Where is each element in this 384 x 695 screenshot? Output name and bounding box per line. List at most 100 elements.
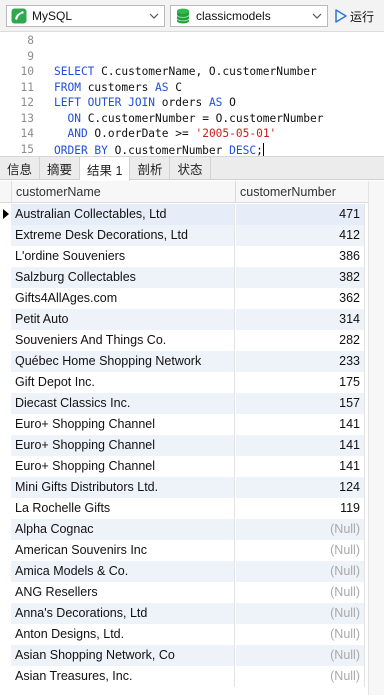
cell-customername[interactable]: Souveniers And Things Co. — [11, 330, 235, 351]
table-row[interactable]: La Rochelle Gifts 119 — [0, 498, 384, 519]
sql-text: O.customerNumber — [114, 143, 230, 157]
cell-customername[interactable]: Australian Collectables, Ltd — [11, 204, 235, 225]
cell-customernumber[interactable]: 386 — [236, 246, 365, 267]
cell-customernumber[interactable]: 157 — [236, 393, 365, 414]
cell-customernumber[interactable]: 119 — [236, 498, 365, 519]
cell-customernumber[interactable]: 175 — [236, 372, 365, 393]
table-row[interactable]: Extreme Desk Decorations, Ltd 412 — [0, 225, 384, 246]
cell-customernumber[interactable]: (Null) — [236, 603, 365, 624]
code-line[interactable]: 10 SELECT C.customerName, O.customerNumbe… — [0, 65, 384, 81]
cell-customernumber[interactable]: 412 — [236, 225, 365, 246]
cell-customername[interactable]: Extreme Desk Decorations, Ltd — [11, 225, 235, 246]
cell-customernumber[interactable]: 282 — [236, 330, 365, 351]
cell-customernumber[interactable]: (Null) — [236, 540, 365, 561]
cell-customername[interactable]: Mini Gifts Distributors Ltd. — [11, 477, 235, 498]
cell-customernumber[interactable]: (Null) — [236, 519, 365, 540]
code-line[interactable]: 13 ON C.customerNumber = O.customerNumbe… — [0, 112, 384, 128]
code-line[interactable]: 8 — [0, 34, 384, 50]
database-select[interactable]: classicmodels — [170, 5, 328, 27]
database-icon — [174, 7, 192, 25]
cell-customername[interactable]: Diecast Classics Inc. — [11, 393, 235, 414]
connection-select[interactable]: MySQL — [6, 5, 165, 27]
column-header-customername[interactable]: customerName — [11, 181, 235, 203]
table-row[interactable]: Amica Models & Co. (Null) — [0, 561, 384, 582]
cell-customername[interactable]: ANG Resellers — [11, 582, 235, 603]
cell-customername[interactable]: Québec Home Shopping Network — [11, 351, 235, 372]
cell-customername[interactable]: Alpha Cognac — [11, 519, 235, 540]
cell-customername[interactable]: Anna's Decorations, Ltd — [11, 603, 235, 624]
cell-customernumber[interactable]: 382 — [236, 267, 365, 288]
cell-customername[interactable]: La Rochelle Gifts — [11, 498, 235, 519]
cell-customername[interactable]: Amica Models & Co. — [11, 561, 235, 582]
table-row[interactable]: Salzburg Collectables 382 — [0, 267, 384, 288]
table-row[interactable]: Australian Collectables, Ltd 471 — [0, 204, 384, 225]
column-header-customernumber[interactable]: customerNumber — [235, 181, 365, 203]
table-row[interactable]: American Souvenirs Inc (Null) — [0, 540, 384, 561]
cell-customernumber[interactable]: 141 — [236, 456, 365, 477]
code-line[interactable]: 14 AND O.orderDate >= '2005-05-01' — [0, 127, 384, 143]
cell-customername[interactable]: Euro+ Shopping Channel — [11, 456, 235, 477]
table-row[interactable]: L'ordine Souveniers 386 — [0, 246, 384, 267]
result-tab[interactable]: 状态 — [170, 157, 211, 180]
line-number: 9 — [27, 49, 34, 63]
cell-customername[interactable]: Gifts4AllAges.com — [11, 288, 235, 309]
chevron-down-icon[interactable] — [148, 9, 160, 23]
line-number: 13 — [20, 111, 34, 125]
result-tab[interactable]: 结果 1 — [80, 157, 131, 181]
result-tab[interactable]: 摘要 — [40, 157, 81, 180]
table-row[interactable]: Anton Designs, Ltd. (Null) — [0, 624, 384, 645]
vertical-scrollbar[interactable] — [368, 181, 384, 695]
sql-keyword: ORDER BY — [54, 143, 115, 157]
table-row[interactable]: Asian Shopping Network, Co (Null) — [0, 645, 384, 666]
cell-customernumber[interactable]: 233 — [236, 351, 365, 372]
cell-customername[interactable]: Salzburg Collectables — [11, 267, 235, 288]
table-row[interactable]: ANG Resellers (Null) — [0, 582, 384, 603]
cell-customernumber[interactable]: 141 — [236, 435, 365, 456]
cell-customernumber[interactable]: 314 — [236, 309, 365, 330]
sql-keyword: AND — [54, 127, 95, 140]
table-row[interactable]: Anna's Decorations, Ltd (Null) — [0, 603, 384, 624]
chevron-down-icon[interactable] — [311, 9, 323, 23]
table-row[interactable]: Gifts4AllAges.com 362 — [0, 288, 384, 309]
cell-customernumber[interactable]: 362 — [236, 288, 365, 309]
table-row[interactable]: Diecast Classics Inc. 157 — [0, 393, 384, 414]
cell-customername[interactable]: Anton Designs, Ltd. — [11, 624, 235, 645]
code-line[interactable]: 11 FROM customers AS C — [0, 81, 384, 97]
table-row[interactable]: Asian Treasures, Inc. (Null) — [0, 666, 384, 687]
cell-customernumber[interactable]: (Null) — [236, 645, 365, 666]
table-row[interactable]: Petit Auto 314 — [0, 309, 384, 330]
table-row[interactable]: Euro+ Shopping Channel 141 — [0, 435, 384, 456]
cell-customernumber[interactable]: 124 — [236, 477, 365, 498]
result-tab[interactable]: 剖析 — [130, 157, 171, 180]
sql-editor[interactable]: 8 9 10 SELECT C.customerName, O.customerNum… — [0, 32, 384, 157]
run-button[interactable]: 运行 — [334, 5, 384, 27]
cell-customernumber[interactable]: 141 — [236, 414, 365, 435]
table-row[interactable]: Euro+ Shopping Channel 141 — [0, 456, 384, 477]
cell-customername[interactable]: Petit Auto — [11, 309, 235, 330]
cell-customername[interactable]: Euro+ Shopping Channel — [11, 414, 235, 435]
result-tabs: 信息 摘要 结果 1 剖析 状态 — [0, 156, 384, 181]
line-number: 14 — [20, 127, 34, 140]
cell-customernumber[interactable]: (Null) — [236, 666, 365, 687]
cell-customernumber[interactable]: 471 — [236, 204, 365, 225]
table-row[interactable]: Alpha Cognac (Null) — [0, 519, 384, 540]
play-icon — [335, 9, 347, 23]
table-row[interactable]: Gift Depot Inc. 175 — [0, 372, 384, 393]
result-tab[interactable]: 信息 — [0, 157, 41, 180]
cell-customername[interactable]: L'ordine Souveniers — [11, 246, 235, 267]
cell-customername[interactable]: Gift Depot Inc. — [11, 372, 235, 393]
table-row[interactable]: Souveniers And Things Co. 282 — [0, 330, 384, 351]
code-line[interactable]: 12 LEFT OUTER JOIN orders AS O — [0, 96, 384, 112]
cell-customername[interactable]: American Souvenirs Inc — [11, 540, 235, 561]
cell-customername[interactable]: Euro+ Shopping Channel — [11, 435, 235, 456]
table-row[interactable]: Québec Home Shopping Network 233 — [0, 351, 384, 372]
cell-customernumber[interactable]: (Null) — [236, 582, 365, 603]
cell-customernumber[interactable]: (Null) — [236, 561, 365, 582]
table-row[interactable]: Euro+ Shopping Channel 141 — [0, 414, 384, 435]
cell-customername[interactable]: Asian Treasures, Inc. — [11, 666, 235, 687]
cell-customernumber[interactable]: (Null) — [236, 624, 365, 645]
code-line[interactable]: 9 — [0, 50, 384, 66]
table-row[interactable]: Mini Gifts Distributors Ltd. 124 — [0, 477, 384, 498]
cell-customername[interactable]: Asian Shopping Network, Co — [11, 645, 235, 666]
result-grid[interactable]: customerName customerNumber Australian C… — [0, 181, 384, 695]
